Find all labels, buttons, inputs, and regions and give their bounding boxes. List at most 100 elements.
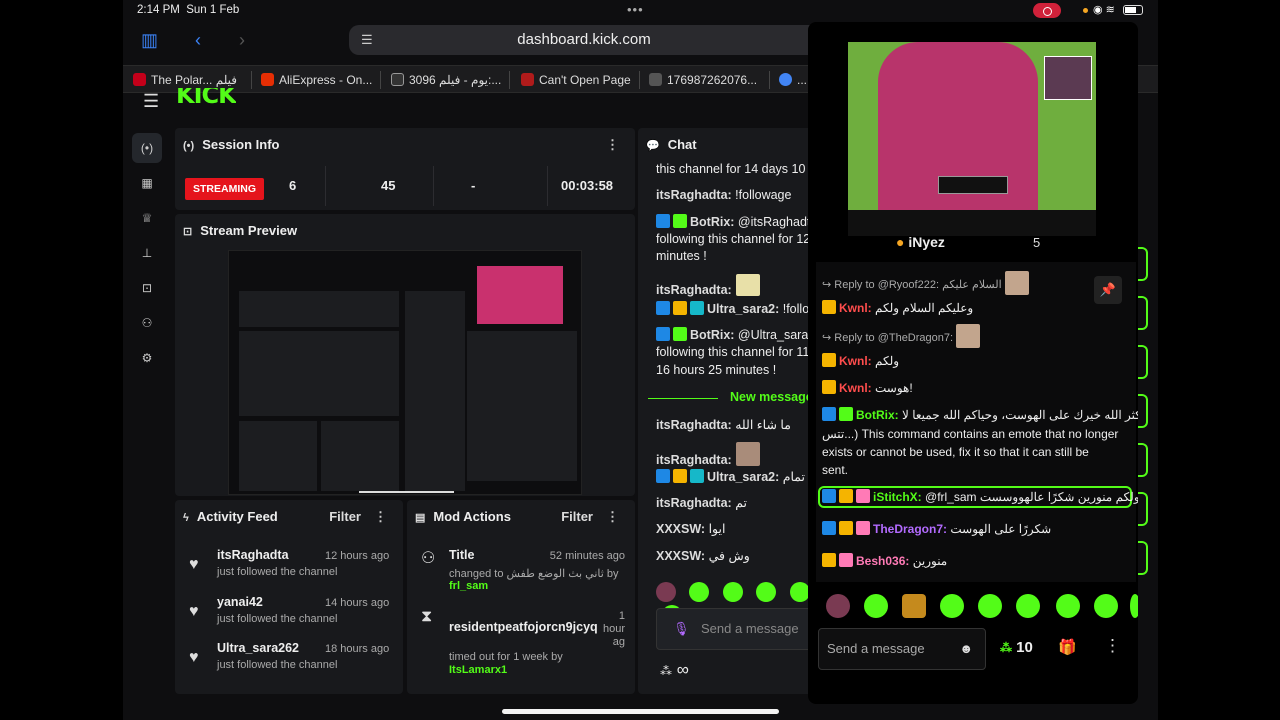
feed-user[interactable]: yanai42 <box>217 595 263 609</box>
nav-community-icon[interactable]: ⊥ <box>132 238 162 268</box>
chat-user[interactable]: itsRaghadta: <box>656 418 732 432</box>
back-icon[interactable]: ‹ <box>195 30 201 51</box>
chat-user[interactable]: itsRaghadta: <box>656 453 732 467</box>
chat-message-continued: sent. <box>822 462 848 479</box>
chat-text: هوست! <box>871 381 913 395</box>
chat-message: BotRix: كثر الله خيرك على الهوست، وحياكم… <box>822 407 1138 424</box>
menu-icon[interactable]: ☰ <box>143 91 159 112</box>
filter-button[interactable]: Filter <box>329 500 361 534</box>
nav-settings-icon[interactable]: ⚙ <box>132 343 162 373</box>
emote-icon[interactable] <box>978 594 1002 618</box>
popout-chat-input[interactable]: Send a message ☻ <box>818 628 986 670</box>
panel-title: Mod Actions <box>433 509 511 524</box>
mod-by[interactable]: ItsLamarx1 <box>449 664 507 676</box>
chat-user[interactable]: itsRaghadta: <box>656 283 732 297</box>
chat-user[interactable]: itsRaghadta: <box>656 496 732 510</box>
chat-user[interactable]: Ultra_sara2: <box>707 470 779 484</box>
tab-label: Can't Open Page <box>539 73 631 87</box>
emote-icon[interactable] <box>864 594 888 618</box>
favicon-icon <box>521 73 534 86</box>
chat-user[interactable]: BotRix: <box>856 408 899 422</box>
chat-user[interactable]: itsRaghadta: <box>656 188 732 202</box>
activity-feed-panel: ϟ Activity Feed Filter ⋮ ♥ itsRaghadta 12 hou… <box>175 500 403 694</box>
chat-message: XXXSW: ايوا <box>656 521 725 538</box>
nav-analytics-icon[interactable]: ▦ <box>132 168 162 198</box>
chat-user[interactable]: Kwnl: <box>839 301 872 315</box>
nav-stream-icon[interactable]: (•) <box>132 133 162 163</box>
nav-trophy-icon[interactable]: ♕ <box>132 203 162 233</box>
sidebar-toggle-icon[interactable]: ▥ <box>141 30 158 51</box>
points-display[interactable]: ⁂ 10 <box>1000 639 1033 656</box>
emote-icon[interactable] <box>756 582 777 602</box>
filter-button[interactable]: Filter <box>561 500 593 534</box>
chat-input[interactable]: 🎙 Send a message <box>656 608 818 650</box>
tab-5[interactable]: 176987262076... <box>643 66 761 94</box>
pin-icon[interactable]: 📌 <box>1094 276 1122 304</box>
forward-icon[interactable]: › <box>239 30 245 51</box>
emote-icon[interactable] <box>1016 594 1040 618</box>
kebab-icon[interactable]: ⋮ <box>606 128 619 162</box>
emote-icon[interactable] <box>789 582 810 602</box>
chat-user[interactable]: BotRix: <box>690 215 734 229</box>
video-chat-strip <box>848 210 1096 236</box>
stat-value: 6 <box>289 178 297 193</box>
chat-user[interactable]: Kwnl: <box>839 354 872 368</box>
emote-icon[interactable] <box>1056 594 1080 618</box>
chat-message-continued: exists or cannot be used, fix it so that… <box>822 444 1089 461</box>
chat-user[interactable]: Besh036: <box>856 554 909 568</box>
home-indicator[interactable] <box>502 709 779 714</box>
tab-2[interactable]: AliExpress - On... <box>255 66 373 94</box>
nav-moderation-icon[interactable]: ⊡ <box>132 273 162 303</box>
screen-record-icon[interactable] <box>1033 3 1061 18</box>
mod-desc: changed to ثاني بث الوضع طفش by <box>449 568 619 580</box>
chat-user[interactable]: XXXSW: <box>656 522 705 536</box>
streamer-name[interactable]: ● iNyez <box>896 234 945 250</box>
stat-value: - <box>471 178 476 193</box>
new-messages-divider[interactable]: New messages <box>648 390 818 406</box>
emote-icon[interactable] <box>656 582 676 602</box>
feed-user[interactable]: itsRaghadta <box>217 548 289 562</box>
points-display[interactable]: ⁂ ∞ <box>660 660 689 680</box>
emote-icon[interactable] <box>689 582 710 602</box>
chat-user[interactable]: Ultra_sara2: <box>707 302 779 316</box>
tab-6[interactable]: ... <box>773 66 813 94</box>
emote-icon[interactable] <box>1130 594 1138 618</box>
tab-4[interactable]: Can't Open Page <box>515 66 633 94</box>
emote-icon[interactable] <box>1094 594 1118 618</box>
emote-icon[interactable] <box>940 594 964 618</box>
emote-icon[interactable] <box>902 594 926 618</box>
mic-icon[interactable]: 🎙 <box>673 609 690 649</box>
kebab-icon[interactable]: ⋮ <box>374 500 387 534</box>
emote-icon[interactable] <box>722 582 743 602</box>
emote-icon <box>735 274 760 296</box>
google-icon <box>779 73 792 86</box>
chat-user[interactable]: TheDragon7: <box>873 522 947 536</box>
mod-by[interactable]: frl_sam <box>449 580 488 592</box>
feed-user[interactable]: Ultra_sara262 <box>217 641 299 655</box>
chat-message: Kwnl: ولكم <box>822 353 899 370</box>
stream-preview-video[interactable] <box>228 250 582 495</box>
mic-indicator-icon <box>1083 8 1088 13</box>
reply-context[interactable]: ↪ Reply to @Ryoof222: السلام عليكم <box>822 271 1032 295</box>
crown-icon <box>673 469 687 483</box>
reader-icon[interactable]: ☰ <box>361 25 373 55</box>
session-info-panel: (•) Session Info ⋮ STREAMING 6 45 - 00:03:… <box>175 128 635 210</box>
chat-user[interactable]: BotRix: <box>690 328 734 342</box>
multitask-dots-icon[interactable]: ••• <box>627 2 644 17</box>
chat-user[interactable]: XXXSW: <box>656 549 705 563</box>
gift-icon[interactable]: 🎁 <box>1058 638 1077 656</box>
reply-context[interactable]: ↪ Reply to @TheDragon7: <box>822 324 983 348</box>
tab-3[interactable]: 3096 يوم - فيلم:... <box>385 66 503 94</box>
address-bar[interactable]: ☰ dashboard.kick.com <box>349 25 819 55</box>
chat-user[interactable]: Kwnl: <box>839 381 872 395</box>
nav-users-icon[interactable]: ⚇ <box>132 308 162 338</box>
chat-text: كثر الله خيرك على الهوست، وحياكم الله جم… <box>902 408 1138 422</box>
more-icon[interactable]: ⋮ <box>1104 636 1121 656</box>
flower-badge-icon <box>856 489 870 503</box>
emote-icon[interactable] <box>826 594 850 618</box>
chat-user[interactable]: iStitchX: <box>873 490 922 504</box>
video-player[interactable] <box>848 42 1096 210</box>
kebab-icon[interactable]: ⋮ <box>606 500 619 534</box>
emoji-icon[interactable]: ☻ <box>959 629 973 669</box>
crown-icon <box>673 301 687 315</box>
